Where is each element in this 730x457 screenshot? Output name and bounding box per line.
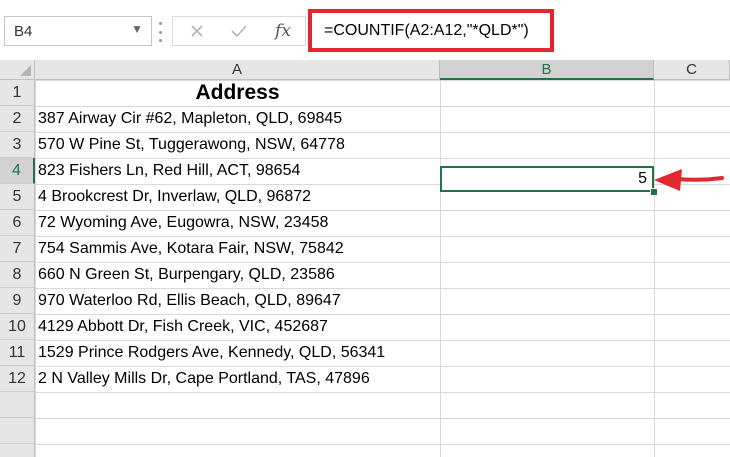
select-all-icon (20, 65, 31, 76)
row-header-10[interactable]: 10 (0, 314, 35, 340)
cell-a6[interactable]: 72 Wyoming Ave, Eugowra, NSW, 23458 (38, 210, 328, 236)
cancel-button[interactable] (177, 17, 217, 45)
cell-a4[interactable]: 823 Fishers Ln, Red Hill, ACT, 98654 (38, 158, 300, 184)
row-header-11[interactable]: 11 (0, 340, 35, 366)
enter-button[interactable] (219, 17, 259, 45)
drag-handle-icon[interactable] (159, 22, 163, 42)
formula-bar: B4 ▼ fx =COUNTIF(A2:A12,"*QLD*") (0, 0, 730, 61)
row-header-13[interactable] (0, 392, 35, 418)
column-header-c[interactable]: C (654, 60, 730, 80)
chevron-down-icon[interactable]: ▼ (131, 22, 143, 36)
row-header-14[interactable] (0, 418, 35, 444)
select-all-button[interactable] (0, 60, 35, 80)
formula-buttons: fx (172, 16, 306, 46)
row-header-1[interactable]: 1 (0, 80, 35, 106)
close-icon (191, 25, 203, 37)
cell-a11[interactable]: 1529 Prince Rodgers Ave, Kennedy, QLD, 5… (38, 340, 385, 366)
name-box[interactable]: B4 ▼ (4, 16, 152, 46)
check-icon (231, 25, 247, 38)
cell-b4-value: 5 (638, 170, 647, 187)
cell-a10[interactable]: 4129 Abbott Dr, Fish Creek, VIC, 452687 (38, 314, 328, 340)
row-header-2[interactable]: 2 (0, 106, 35, 132)
name-box-value: B4 (14, 23, 33, 40)
active-cell-b4[interactable]: 5 (440, 166, 654, 192)
annotation-arrow-icon (654, 169, 724, 191)
formula-input[interactable]: =COUNTIF(A2:A12,"*QLD*") (308, 9, 554, 52)
cell-a7[interactable]: 754 Sammis Ave, Kotara Fair, NSW, 75842 (38, 236, 344, 262)
row-header-9[interactable]: 9 (0, 288, 35, 314)
row-header-4[interactable]: 4 (0, 158, 35, 184)
row-header-12[interactable]: 12 (0, 366, 35, 392)
cell-a9[interactable]: 970 Waterloo Rd, Ellis Beach, QLD, 89647 (38, 288, 341, 314)
row-header-3[interactable]: 3 (0, 132, 35, 158)
row-header-6[interactable]: 6 (0, 210, 35, 236)
formula-text: =COUNTIF(A2:A12,"*QLD*") (324, 22, 529, 39)
row-header-15[interactable] (0, 444, 35, 457)
cell-a5[interactable]: 4 Brookcrest Dr, Inverlaw, QLD, 96872 (38, 184, 311, 210)
cell-a1-header[interactable]: Address (35, 80, 440, 106)
row-header-8[interactable]: 8 (0, 262, 35, 288)
row-header-5[interactable]: 5 (0, 184, 35, 210)
gridline (440, 80, 441, 457)
column-header-b[interactable]: B (440, 60, 654, 80)
spreadsheet-window: B4 ▼ fx =COUNTIF(A2:A12,"*QLD*") A B C 1… (0, 0, 730, 457)
insert-function-button[interactable]: fx (263, 17, 303, 45)
cell-a2[interactable]: 387 Airway Cir #62, Mapleton, QLD, 69845 (38, 106, 342, 132)
cell-a3[interactable]: 570 W Pine St, Tuggerawong, NSW, 64778 (38, 132, 345, 158)
row-header-7[interactable]: 7 (0, 236, 35, 262)
cell-a8[interactable]: 660 N Green St, Burpengary, QLD, 23586 (38, 262, 335, 288)
cell-a12[interactable]: 2 N Valley Mills Dr, Cape Portland, TAS,… (38, 366, 370, 392)
gridline (654, 80, 655, 457)
column-header-a[interactable]: A (35, 60, 440, 80)
function-icon: fx (275, 21, 291, 41)
